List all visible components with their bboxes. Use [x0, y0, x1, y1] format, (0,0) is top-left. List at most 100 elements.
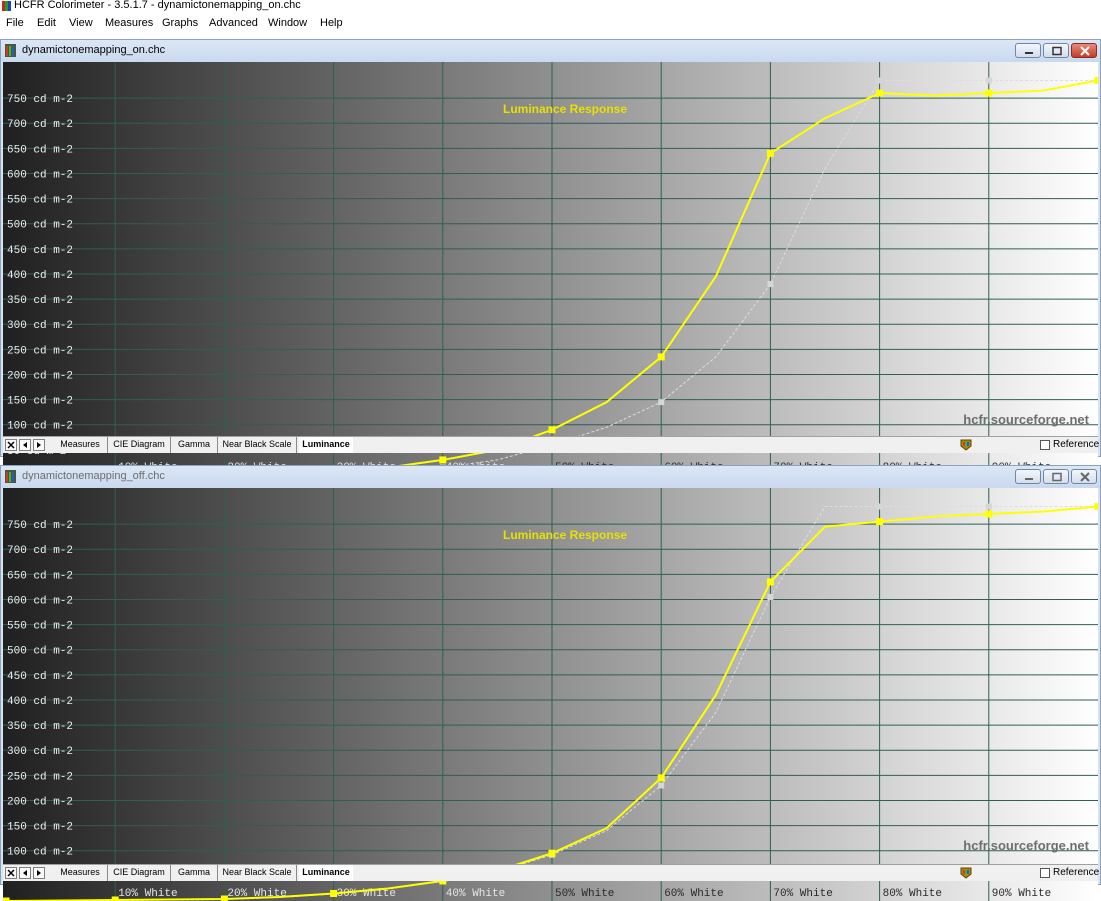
luminance-point [112, 896, 119, 901]
chart-title: Luminance Response [503, 102, 627, 116]
x-tick-label: 70% White [773, 888, 832, 900]
x-tick-label: 60% White [664, 888, 723, 900]
reference-checkbox[interactable] [1040, 868, 1050, 878]
tab-first-button[interactable] [19, 439, 31, 451]
y-tick-label: 350 cd m-2 [7, 721, 73, 733]
y-tick-label: 550 cd m-2 [7, 621, 73, 633]
menu-measures[interactable]: Measures [105, 16, 153, 30]
tab-cie-diagram[interactable]: CIE Diagram [110, 437, 168, 453]
menu-window[interactable]: Window [268, 16, 307, 30]
minimize-button[interactable] [1015, 43, 1041, 58]
luminance-point [876, 90, 883, 97]
tab-separator [107, 437, 108, 453]
window-titlebar: dynamictonemapping_off.chc [1, 466, 1100, 488]
luminance-point [658, 353, 665, 360]
tab-near-black-scale[interactable]: Near Black Scale [220, 437, 294, 453]
y-tick-label: 150 cd m-2 [7, 822, 73, 834]
tab-next-button[interactable] [33, 439, 45, 451]
reference-checkbox[interactable] [1040, 440, 1050, 450]
y-tick-label: 200 cd m-2 [7, 370, 73, 382]
hcfr-app-icon [2, 1, 11, 11]
reference-point [986, 78, 992, 84]
y-tick-label: 650 cd m-2 [7, 570, 73, 582]
tab-cie-diagram[interactable]: CIE Diagram [110, 865, 168, 881]
tab-luminance[interactable]: Luminance [299, 865, 353, 881]
menu-graphs[interactable]: Graphs [162, 16, 198, 30]
reference-label: Reference [1053, 866, 1099, 879]
tab-gamma[interactable]: Gamma [173, 865, 215, 881]
app-title: HCFR Colorimeter - 3.5.1.7 - dynamictone… [14, 0, 301, 12]
y-tick-label: 350 cd m-2 [7, 295, 73, 307]
luminance-point [876, 518, 883, 525]
chart-svg: 50 cd m-2100 cd m-2150 cd m-2200 cd m-22… [3, 62, 1098, 475]
x-tick-label: 10% White [118, 888, 177, 900]
x-tick-label: 90% White [992, 888, 1051, 900]
menu-view[interactable]: View [69, 16, 93, 30]
maximize-button[interactable] [1043, 469, 1069, 484]
menu-file[interactable]: File [6, 16, 24, 30]
minimize-button[interactable] [1015, 469, 1041, 484]
y-tick-label: 450 cd m-2 [7, 671, 73, 683]
tab-close-button[interactable] [5, 867, 17, 879]
y-tick-label: 150 cd m-2 [7, 396, 73, 408]
watermark: hcfr.sourceforge.net [963, 838, 1089, 853]
app-titlebar: HCFR Colorimeter - 3.5.1.7 - dynamictone… [0, 0, 1101, 13]
tab-next-button[interactable] [33, 867, 45, 879]
reference-point [658, 782, 664, 788]
y-tick-label: 700 cd m-2 [7, 545, 73, 557]
tab-gamma[interactable]: Gamma [173, 437, 215, 453]
y-tick-label: 650 cd m-2 [7, 144, 73, 156]
luminance-point [985, 511, 992, 518]
close-icon [1072, 470, 1098, 485]
luminance-point [985, 90, 992, 97]
tab-measures[interactable]: Measures [55, 865, 105, 881]
menu-advanced[interactable]: Advanced [209, 16, 258, 30]
maximize-button[interactable] [1043, 43, 1069, 58]
menu-help[interactable]: Help [320, 16, 343, 30]
document-icon [5, 44, 16, 57]
tab-measures[interactable]: Measures [55, 437, 105, 453]
y-tick-label: 700 cd m-2 [7, 119, 73, 131]
arrow-left-icon [20, 440, 32, 452]
tab-luminance[interactable]: Luminance [299, 437, 353, 453]
y-tick-label: 300 cd m-2 [7, 746, 73, 758]
tab-near-black-scale[interactable]: Near Black Scale [220, 865, 294, 881]
tab-separator [107, 865, 108, 881]
tab-separator [217, 437, 218, 453]
view-tab-bar: Measures CIE Diagram Gamma Near Black Sc… [3, 864, 1098, 881]
menu-edit[interactable]: Edit [37, 16, 56, 30]
reference-point [767, 594, 773, 600]
y-tick-label: 500 cd m-2 [7, 646, 73, 658]
arrow-right-icon [34, 440, 46, 452]
y-tick-label: 450 cd m-2 [7, 245, 73, 257]
luminance-point [1095, 77, 1099, 84]
close-icon [6, 440, 18, 452]
luminance-point [767, 578, 774, 585]
close-button[interactable] [1071, 43, 1097, 58]
tab-separator [170, 865, 171, 881]
chart-background [3, 62, 1098, 475]
reference-point [658, 399, 664, 405]
y-tick-label: 250 cd m-2 [7, 345, 73, 357]
reference-point [877, 78, 883, 84]
x-tick-label: 40% White [446, 888, 505, 900]
luminance-chart: 50 cd m-2100 cd m-2150 cd m-2200 cd m-22… [3, 62, 1098, 475]
y-tick-label: 600 cd m-2 [7, 169, 73, 181]
device-status-icon [960, 439, 972, 451]
y-tick-label: 100 cd m-2 [7, 847, 73, 859]
luminance-point [1095, 503, 1099, 510]
x-tick-label: 80% White [883, 888, 942, 900]
maximize-icon [1044, 44, 1070, 59]
luminance-point [767, 150, 774, 157]
luminance-point [549, 850, 556, 857]
y-tick-label: 250 cd m-2 [7, 771, 73, 783]
chart-background [3, 488, 1098, 901]
tab-separator [170, 437, 171, 453]
close-button[interactable] [1071, 469, 1097, 484]
tab-close-button[interactable] [5, 439, 17, 451]
reference-point [767, 281, 773, 287]
x-tick-label: 50% White [555, 888, 614, 900]
window-title: dynamictonemapping_off.chc [22, 470, 165, 483]
window-title: dynamictonemapping_on.chc [22, 44, 165, 57]
tab-first-button[interactable] [19, 867, 31, 879]
